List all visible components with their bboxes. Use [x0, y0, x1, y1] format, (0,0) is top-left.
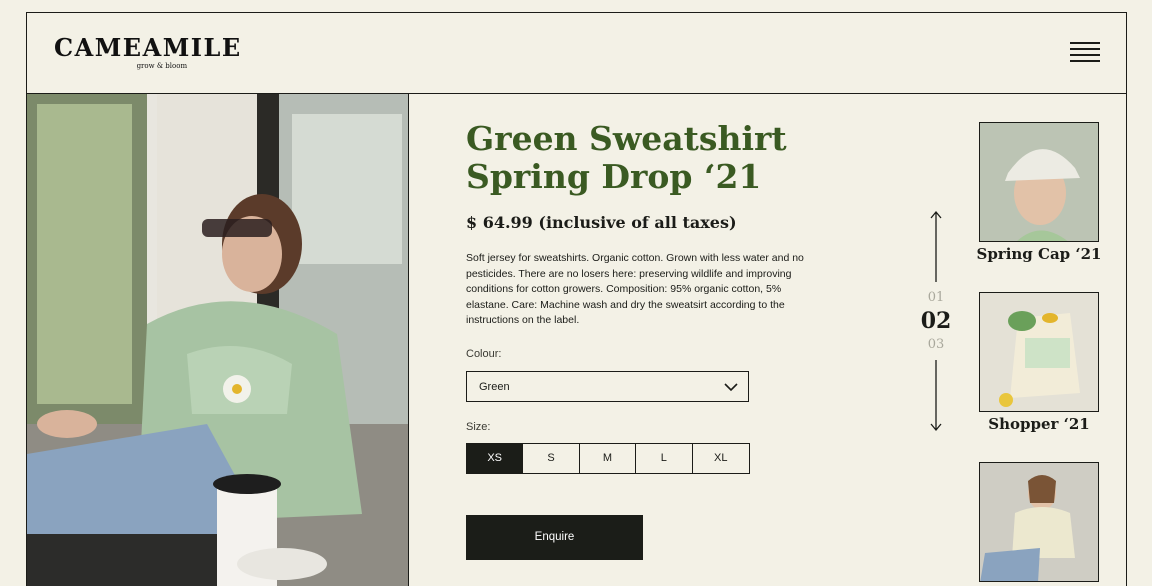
brand-tagline: grow & bloom	[136, 62, 188, 70]
size-option-s[interactable]: S	[523, 444, 580, 473]
related-thumb-shopper[interactable]	[979, 292, 1099, 412]
enquire-button[interactable]: Enquire	[466, 515, 643, 560]
pager-next[interactable]: 03	[916, 337, 956, 352]
chevron-down-icon	[724, 383, 738, 392]
product-title: Green Sweatshirt Spring Drop ‘21	[466, 120, 787, 196]
product-title-line2: Spring Drop ‘21	[466, 157, 762, 196]
size-option-xs[interactable]: XS	[467, 444, 524, 473]
related-thumb-spring-cap[interactable]	[979, 122, 1099, 242]
related-thumb-tshirt[interactable]	[979, 462, 1099, 582]
size-selector: XS S M L XL	[466, 443, 750, 474]
size-option-l[interactable]: L	[636, 444, 693, 473]
pager-current: 02	[920, 308, 952, 334]
colour-label: Colour:	[466, 348, 502, 360]
product-title-line1: Green Sweatshirt	[466, 119, 787, 158]
colour-select[interactable]: Green	[466, 371, 749, 402]
size-label: Size:	[466, 421, 491, 433]
size-option-m[interactable]: M	[579, 444, 637, 473]
arrow-down-icon[interactable]	[930, 360, 942, 432]
product-pager: 01 02 03	[916, 210, 956, 435]
size-option-xl[interactable]: XL	[692, 444, 749, 473]
brand-logo[interactable]: CAMEAMILE grow & bloom	[54, 33, 242, 71]
product-price: $ 64.99 (inclusive of all taxes)	[466, 213, 737, 232]
arrow-up-icon[interactable]	[930, 210, 942, 282]
related-label-spring-cap[interactable]: Spring Cap ‘21	[964, 245, 1114, 263]
product-photo	[27, 94, 409, 586]
pager-prev[interactable]: 01	[916, 290, 956, 305]
hamburger-menu-icon[interactable]	[1070, 42, 1100, 64]
brand-name: CAMEAMILE	[54, 33, 242, 62]
product-description: Soft jersey for sweatshirts. Organic cot…	[466, 252, 804, 326]
site-header: CAMEAMILE grow & bloom	[26, 12, 1127, 94]
related-label-shopper[interactable]: Shopper ‘21	[964, 415, 1114, 433]
colour-value: Green	[479, 381, 510, 393]
